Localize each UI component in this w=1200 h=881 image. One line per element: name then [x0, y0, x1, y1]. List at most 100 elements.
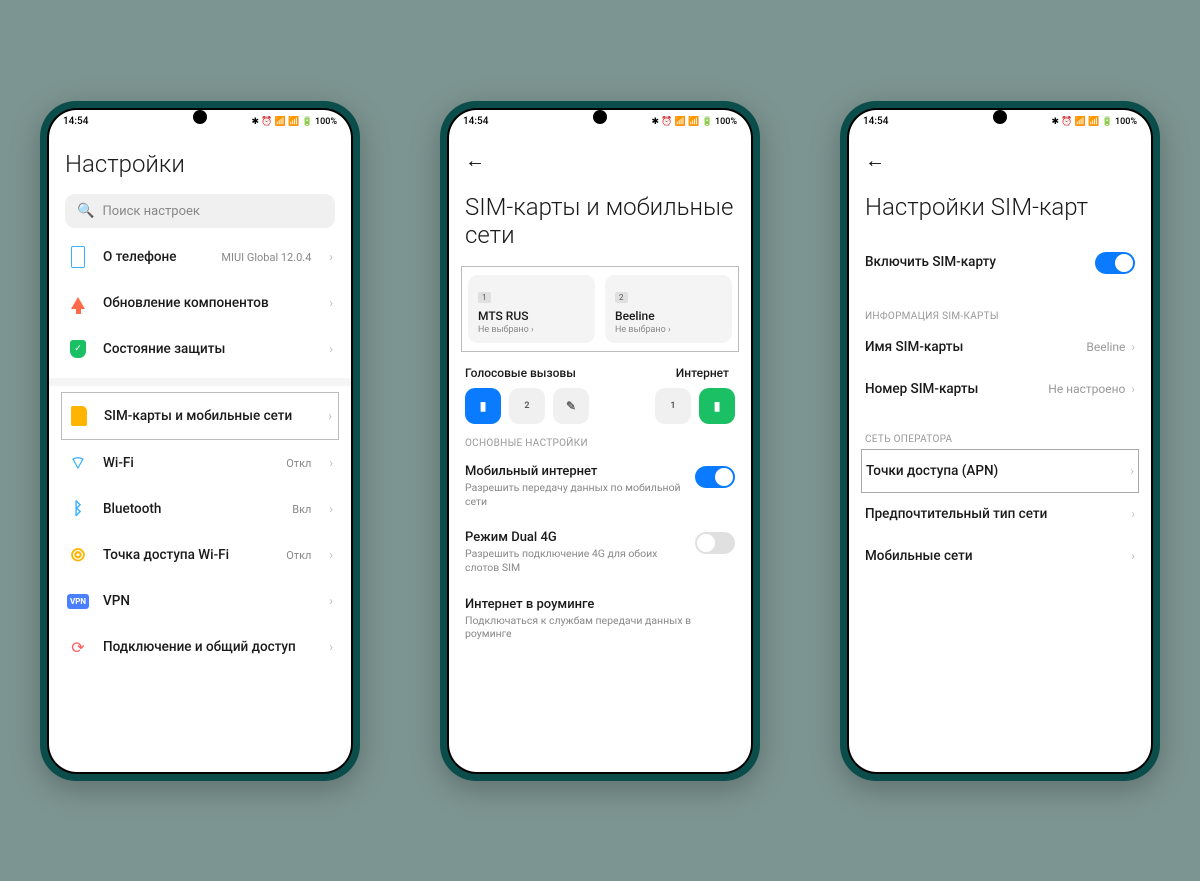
row-title: Интернет в роуминге [465, 597, 735, 612]
phone-mockup-2: 14:54 ✱ ⏰ 📶 📶 🔋 100% ← SIM-карты и мобил… [440, 101, 760, 781]
page-title: Настройки SIM-карт [865, 193, 1135, 222]
toggle-switch[interactable] [1095, 252, 1135, 274]
status-right: ✱ ⏰ 📶 📶 🔋 100% [251, 117, 337, 127]
list-item-sub: MIUI Global 12.0.4 [221, 251, 311, 264]
item-bluetooth[interactable]: ᛒ Bluetooth Вкл › [65, 486, 335, 532]
list-item-sub: Вкл [292, 503, 311, 516]
row-value: Не настроено [1048, 382, 1125, 396]
phone-mockup-3: 14:54 ✱ ⏰ 📶 📶 🔋 100% ← Настройки SIM-кар… [840, 101, 1160, 781]
row-desc: Подключаться к службам передачи данных в… [465, 614, 735, 641]
item-hotspot[interactable]: ⦾ Точка доступа Wi-Fi Откл › [65, 532, 335, 578]
row-dual-4g[interactable]: Режим Dual 4G Разрешить подключение 4G д… [465, 519, 735, 585]
share-icon: ⟳ [67, 636, 89, 658]
search-input[interactable]: 🔍 Поиск настроек [65, 194, 335, 228]
search-placeholder: Поиск настроек [102, 204, 200, 219]
status-time: 14:54 [863, 116, 888, 127]
back-button[interactable]: ← [465, 134, 735, 177]
sim-selection: Не выбрано › [615, 325, 722, 335]
item-update-components[interactable]: Обновление компонентов › [65, 280, 335, 326]
page-title: SIM-карты и мобильные сети [465, 193, 735, 251]
sim-cards-row: 1 MTS RUS Не выбрано › 2 Beeline Не выбр… [461, 266, 739, 352]
row-label: Предпочтительный тип сети [865, 506, 1047, 522]
chevron-right-icon: › [1131, 382, 1135, 396]
list-item-label: SIM-карты и мобильные сети [104, 408, 314, 426]
back-button[interactable]: ← [865, 134, 1135, 177]
sim-card-2[interactable]: 2 Beeline Не выбрано › [605, 275, 732, 343]
column-voice-calls: Голосовые вызовы [465, 366, 592, 380]
status-right: ✱ ⏰ 📶 📶 🔋 100% [651, 117, 737, 127]
list-item-label: О телефоне [103, 249, 207, 267]
hotspot-icon: ⦾ [67, 544, 89, 566]
item-wifi[interactable]: ⌔ Wi-Fi Откл › [65, 440, 335, 486]
voice-sim2-chip[interactable]: 2 [509, 388, 545, 424]
chevron-right-icon: › [1130, 464, 1134, 478]
row-apn[interactable]: Точки доступа (APN) › [861, 449, 1139, 493]
upload-icon [67, 292, 89, 314]
chevron-right-icon: › [329, 594, 333, 608]
row-value: Beeline [1086, 340, 1125, 354]
toggle-switch[interactable] [695, 466, 735, 488]
row-mobile-data[interactable]: Мобильный интернет Разрешить передачу да… [465, 453, 735, 519]
data-sim2-chip[interactable]: ▮ [699, 388, 735, 424]
row-enable-sim[interactable]: Включить SIM-карту [865, 237, 1135, 287]
sim-badge: 2 [615, 292, 628, 303]
list-item-label: Обновление компонентов [103, 295, 315, 313]
chevron-right-icon: › [329, 640, 333, 654]
sim-selection: Не выбрано › [478, 325, 585, 335]
row-label: Имя SIM-карты [865, 339, 963, 355]
shield-icon: ✓ [67, 338, 89, 360]
chevron-right-icon: › [329, 548, 333, 562]
chevron-right-icon: › [1131, 340, 1135, 354]
phone-mockup-1: 14:54 ✱ ⏰ 📶 📶 🔋 100% Настройки 🔍 Поиск н… [40, 101, 360, 781]
chevron-right-icon: › [329, 342, 333, 356]
status-right: ✱ ⏰ 📶 📶 🔋 100% [1051, 117, 1137, 127]
list-item-sub: Откл [286, 549, 311, 562]
voice-sim1-chip[interactable]: ▮ [465, 388, 501, 424]
vpn-icon: VPN [67, 590, 89, 612]
wifi-icon: ⌔ [67, 452, 89, 474]
row-preferred-network[interactable]: Предпочтительный тип сети › [865, 493, 1135, 535]
row-desc: Разрешить передачу данных по мобильной с… [465, 481, 685, 508]
sim-name: MTS RUS [478, 309, 585, 323]
chevron-right-icon: › [1131, 549, 1135, 563]
list-item-label: Wi-Fi [103, 455, 272, 473]
data-sim1-chip[interactable]: 1 [655, 388, 691, 424]
status-time: 14:54 [63, 116, 88, 127]
item-vpn[interactable]: VPN VPN › [65, 578, 335, 624]
section-label: СЕТЬ ОПЕРАТОРА [865, 434, 1135, 445]
column-internet: Интернет [602, 366, 735, 380]
chevron-right-icon: › [1131, 507, 1135, 521]
sim-badge: 1 [478, 292, 491, 303]
item-about-phone[interactable]: О телефоне MIUI Global 12.0.4 › [65, 234, 335, 280]
chevron-right-icon: › [329, 456, 333, 470]
row-label: Точки доступа (APN) [866, 463, 998, 479]
sim-card-1[interactable]: 1 MTS RUS Не выбрано › [468, 275, 595, 343]
bluetooth-icon: ᛒ [67, 498, 89, 520]
row-sim-number[interactable]: Номер SIM-карты Не настроено › [865, 368, 1135, 410]
row-mobile-networks[interactable]: Мобильные сети › [865, 535, 1135, 577]
page-title: Настройки [65, 150, 335, 179]
chevron-right-icon: › [329, 502, 333, 516]
section-label: ИНФОРМАЦИЯ SIM-КАРТЫ [865, 311, 1135, 322]
list-item-label: Bluetooth [103, 501, 278, 519]
voice-edit-chip[interactable]: ✎ [553, 388, 589, 424]
divider [49, 378, 351, 386]
row-roaming[interactable]: Интернет в роуминге Подключаться к служб… [465, 586, 735, 652]
row-title: Режим Dual 4G [465, 530, 685, 545]
chevron-right-icon: › [329, 250, 333, 264]
list-item-label: Состояние защиты [103, 341, 315, 359]
chevron-right-icon: › [329, 296, 333, 310]
row-label: Номер SIM-карты [865, 381, 978, 397]
row-sim-name[interactable]: Имя SIM-карты Beeline › [865, 326, 1135, 368]
row-label: Включить SIM-карту [865, 254, 996, 270]
item-connection-sharing[interactable]: ⟳ Подключение и общий доступ › [65, 624, 335, 670]
item-sim-networks[interactable]: SIM-карты и мобильные сети › [61, 392, 339, 440]
status-time: 14:54 [463, 116, 488, 127]
item-security-status[interactable]: ✓ Состояние защиты › [65, 326, 335, 372]
row-desc: Разрешить подключение 4G для обоих слото… [465, 547, 685, 574]
search-icon: 🔍 [77, 203, 94, 219]
list-item-label: Подключение и общий доступ [103, 639, 315, 657]
row-title: Мобильный интернет [465, 464, 685, 479]
phone-icon [67, 246, 89, 268]
toggle-switch[interactable] [695, 532, 735, 554]
